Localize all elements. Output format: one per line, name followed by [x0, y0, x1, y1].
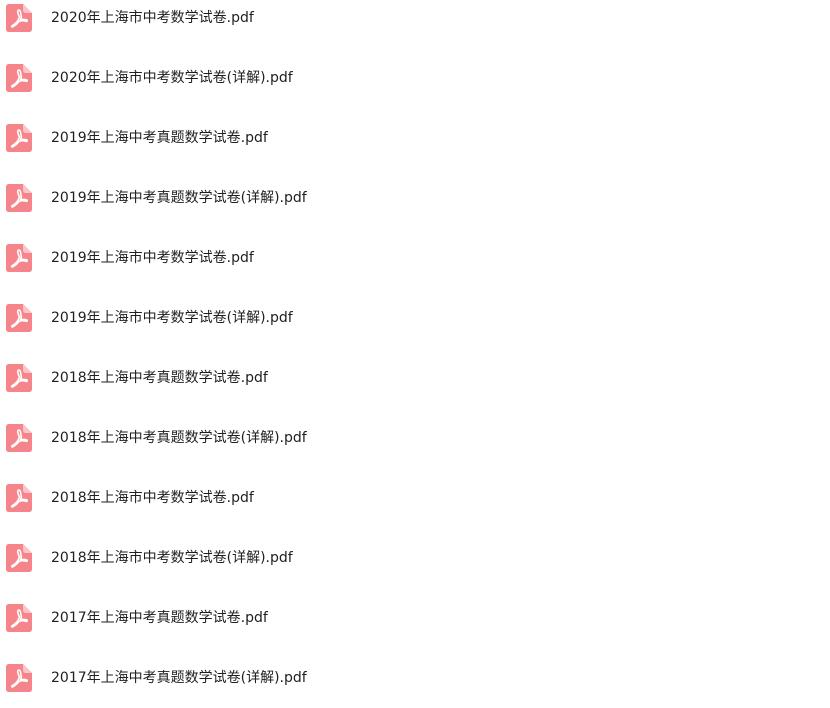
file-name: 2019年上海市中考数学试卷.pdf: [51, 250, 254, 266]
pdf-icon: [6, 64, 32, 92]
file-row[interactable]: 2018年上海中考真题数学试卷.pdf: [0, 348, 830, 408]
file-row[interactable]: 2020年上海市中考数学试卷(详解).pdf: [0, 48, 830, 108]
file-name: 2020年上海市中考数学试卷.pdf: [51, 10, 254, 26]
file-name: 2019年上海市中考数学试卷(详解).pdf: [51, 310, 293, 326]
file-name: 2017年上海中考真题数学试卷.pdf: [51, 610, 268, 626]
file-row[interactable]: 2019年上海中考真题数学试卷.pdf: [0, 108, 830, 168]
file-name: 2019年上海中考真题数学试卷.pdf: [51, 130, 268, 146]
file-name: 2019年上海中考真题数学试卷(详解).pdf: [51, 190, 307, 206]
file-list: 2020年上海市中考数学试卷.pdf 2020年上海市中考数学试卷(详解).pdf…: [0, 0, 830, 698]
pdf-icon: [6, 184, 32, 212]
pdf-icon: [6, 664, 32, 692]
file-name: 2018年上海市中考数学试卷(详解).pdf: [51, 550, 293, 566]
pdf-icon: [6, 244, 32, 272]
file-name: 2020年上海市中考数学试卷(详解).pdf: [51, 70, 293, 86]
file-row[interactable]: 2019年上海市中考数学试卷(详解).pdf: [0, 288, 830, 348]
file-row[interactable]: 2018年上海中考真题数学试卷(详解).pdf: [0, 408, 830, 468]
file-row[interactable]: 2020年上海市中考数学试卷.pdf: [0, 0, 830, 48]
pdf-icon: [6, 4, 32, 32]
pdf-icon: [6, 484, 32, 512]
file-name: 2018年上海中考真题数学试卷.pdf: [51, 370, 268, 386]
pdf-icon: [6, 304, 32, 332]
file-name: 2017年上海中考真题数学试卷(详解).pdf: [51, 670, 307, 686]
pdf-icon: [6, 604, 32, 632]
file-row[interactable]: 2019年上海市中考数学试卷.pdf: [0, 228, 830, 288]
file-row[interactable]: 2017年上海中考真题数学试卷(详解).pdf: [0, 648, 830, 708]
pdf-icon: [6, 544, 32, 572]
file-row[interactable]: 2018年上海市中考数学试卷.pdf: [0, 468, 830, 528]
file-row[interactable]: 2017年上海中考真题数学试卷.pdf: [0, 588, 830, 648]
file-row[interactable]: 2018年上海市中考数学试卷(详解).pdf: [0, 528, 830, 588]
file-row[interactable]: 2019年上海中考真题数学试卷(详解).pdf: [0, 168, 830, 228]
file-name: 2018年上海市中考数学试卷.pdf: [51, 490, 254, 506]
file-name: 2018年上海中考真题数学试卷(详解).pdf: [51, 430, 307, 446]
pdf-icon: [6, 424, 32, 452]
pdf-icon: [6, 364, 32, 392]
pdf-icon: [6, 124, 32, 152]
